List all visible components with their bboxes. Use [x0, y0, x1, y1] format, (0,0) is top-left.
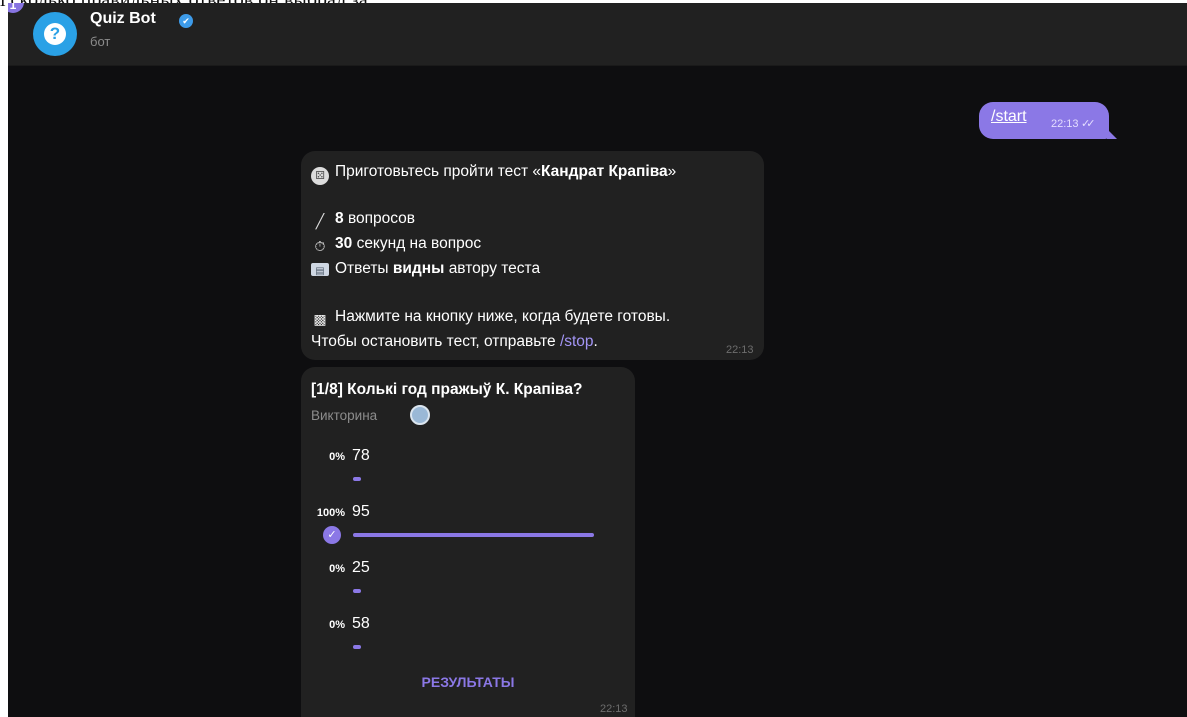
stop-command-link[interactable]: /stop [560, 333, 594, 350]
poll-question: [1/8] Колькі год пражыў К. Крапіва? [311, 381, 583, 398]
option-percent: 100% [316, 507, 345, 519]
bot-name[interactable]: Quiz Bot [90, 10, 156, 28]
double-check-icon: ✓✓ [1081, 118, 1096, 130]
unread-badge[interactable]: 1 [8, 3, 24, 13]
option-percent: 0% [329, 451, 345, 463]
intro-message[interactable]: ⚄ Приготовьтесь пройти тест «Кандрат Крап… [301, 151, 764, 360]
option-text: 25 [352, 559, 370, 576]
correct-check-icon: ✓ [323, 526, 341, 544]
start-command-link[interactable]: /start [991, 108, 1027, 126]
questions-line: ╱ 8 вопросов [311, 210, 415, 230]
quiz-poll: [1/8] Колькі год пражыў К. Крапіва? Викт… [301, 367, 635, 717]
option-percent: 0% [329, 563, 345, 575]
poll-type: Викторина [311, 408, 378, 423]
option-percent: 0% [329, 619, 345, 631]
message-time: 22:13 [600, 703, 628, 715]
ready-line: ▩ Нажмите на кнопку ниже, когда будете го… [311, 308, 670, 328]
option-bar [353, 589, 361, 593]
bubble-tail [1107, 129, 1117, 139]
chat-header[interactable]: 1 ‹ ? Quiz Bot ✔ бот [8, 3, 1187, 66]
option-text: 95 [352, 503, 370, 520]
option-bar [353, 645, 361, 649]
option-text: 78 [352, 447, 370, 464]
option-bar [353, 477, 361, 481]
pencil-icon: ╱ [315, 213, 325, 229]
stop-line: Чтобы остановить тест, отправьте /stop. [311, 333, 598, 350]
results-button[interactable]: РЕЗУЛЬТАТЫ [301, 667, 635, 697]
message-time: 22:13 [1051, 118, 1079, 130]
bot-avatar[interactable]: ? [33, 12, 77, 56]
checkered-flag-icon: ▩ [313, 311, 327, 327]
dice-icon: ⚄ [311, 167, 329, 185]
outgoing-message[interactable]: /start 22:13 ✓✓ [979, 102, 1109, 139]
verified-check-icon: ✔ [179, 14, 193, 28]
chat-window: 1 ‹ ? Quiz Bot ✔ бот /start 22:13 ✓✓ ⚄Пр… [8, 3, 1187, 717]
answers-line: ▤ Ответы видны автору теста [311, 260, 540, 278]
bot-status: бот [90, 34, 111, 49]
quiz-name: Кандрат Крапіва [541, 163, 668, 180]
voter-avatar [410, 405, 430, 425]
message-time: 22:13 [726, 344, 754, 356]
id-card-icon: ▤ [311, 263, 329, 277]
stopwatch-icon: ⏱ [314, 238, 326, 254]
question-mark-icon: ? [44, 23, 66, 45]
option-bar [353, 533, 594, 537]
option-text: 58 [352, 615, 370, 632]
timer-line: ⏱ 30 секунд на вопрос [311, 235, 482, 255]
intro-title-line: ⚄ Приготовьтесь пройти тест «Кандрат Крап… [311, 163, 676, 185]
